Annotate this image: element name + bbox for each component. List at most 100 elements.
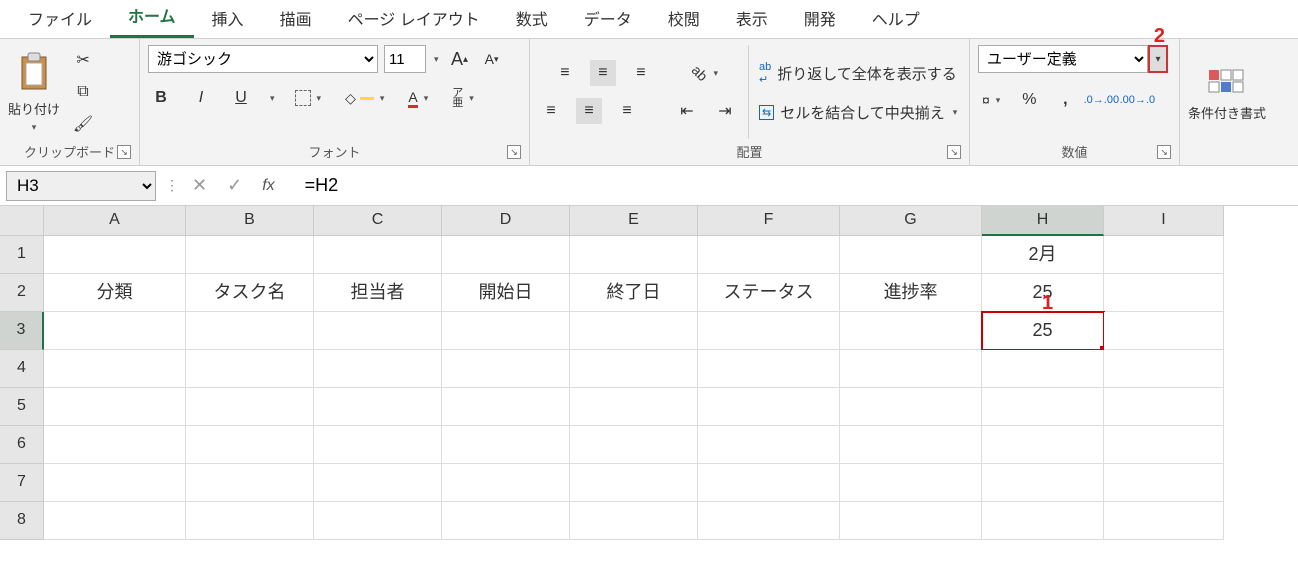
cell-D1[interactable] [442, 236, 570, 274]
decrease-indent-button[interactable]: ⇤ [674, 98, 700, 124]
cell-F3[interactable] [698, 312, 840, 350]
cell-B1[interactable] [186, 236, 314, 274]
cell-H5[interactable] [982, 388, 1104, 426]
row-header-8[interactable]: 8 [0, 502, 44, 540]
cell-G6[interactable] [840, 426, 982, 464]
select-all-corner[interactable] [0, 206, 44, 236]
increase-decimal-button[interactable]: .0→.00 [1088, 87, 1114, 113]
cell-D7[interactable] [442, 464, 570, 502]
tab-review[interactable]: 校閲 [650, 0, 718, 38]
cell-D4[interactable] [442, 350, 570, 388]
col-header-E[interactable]: E [570, 206, 698, 236]
phonetic-button[interactable]: ア亜▾ [448, 86, 480, 110]
cell-A6[interactable] [44, 426, 186, 464]
orientation-button[interactable]: ab▾ [688, 63, 724, 83]
bold-button[interactable]: B [148, 85, 174, 111]
chevron-down-icon[interactable]: ▾ [432, 54, 441, 65]
cell-C1[interactable] [314, 236, 442, 274]
cell-H2[interactable]: 25 [982, 274, 1104, 312]
cell-D2[interactable]: 開始日 [442, 274, 570, 312]
font-launcher[interactable]: ↘ [507, 145, 521, 159]
cell-E8[interactable] [570, 502, 698, 540]
cell-I5[interactable] [1104, 388, 1224, 426]
cell-C6[interactable] [314, 426, 442, 464]
tab-help[interactable]: ヘルプ [854, 0, 938, 38]
fill-color-button[interactable]: ◇▾ [341, 88, 390, 109]
cut-button[interactable]: ✂ [70, 47, 96, 73]
cell-C8[interactable] [314, 502, 442, 540]
cell-G2[interactable]: 進捗率 [840, 274, 982, 312]
col-header-A[interactable]: A [44, 206, 186, 236]
borders-button[interactable]: ▾ [291, 88, 328, 108]
cell-C2[interactable]: 担当者 [314, 274, 442, 312]
col-header-D[interactable]: D [442, 206, 570, 236]
namebox-expand[interactable]: ⋮ [162, 177, 182, 194]
alignment-launcher[interactable]: ↘ [947, 145, 961, 159]
cell-B6[interactable] [186, 426, 314, 464]
cell-E2[interactable]: 終了日 [570, 274, 698, 312]
cell-H3[interactable]: 25 [982, 312, 1104, 350]
font-color-button[interactable]: A▾ [404, 87, 434, 110]
font-name-select[interactable]: 游ゴシック [148, 45, 378, 73]
cell-A1[interactable] [44, 236, 186, 274]
cell-A7[interactable] [44, 464, 186, 502]
cell-D8[interactable] [442, 502, 570, 540]
tab-draw[interactable]: 描画 [262, 0, 330, 38]
align-middle-button[interactable]: ≡ [590, 60, 616, 86]
number-format-select[interactable]: ユーザー定義 [978, 45, 1148, 73]
cell-A5[interactable] [44, 388, 186, 426]
cell-C7[interactable] [314, 464, 442, 502]
conditional-formatting-button[interactable]: 条件付き書式 [1188, 64, 1266, 121]
cell-C3[interactable] [314, 312, 442, 350]
percent-button[interactable]: % [1016, 87, 1042, 113]
cell-B5[interactable] [186, 388, 314, 426]
formula-input[interactable] [295, 171, 1298, 201]
name-box[interactable]: H3 [6, 171, 156, 201]
cell-D5[interactable] [442, 388, 570, 426]
row-header-7[interactable]: 7 [0, 464, 44, 502]
wrap-text-button[interactable]: ab↵ 折り返して全体を表示する [759, 61, 957, 86]
cell-B3[interactable] [186, 312, 314, 350]
cell-E3[interactable] [570, 312, 698, 350]
row-header-3[interactable]: 3 [0, 312, 44, 350]
cell-I7[interactable] [1104, 464, 1224, 502]
row-header-5[interactable]: 5 [0, 388, 44, 426]
clipboard-launcher[interactable]: ↘ [117, 145, 131, 159]
font-size-input[interactable] [384, 45, 426, 73]
tab-home[interactable]: ホーム [110, 0, 194, 38]
cell-D3[interactable] [442, 312, 570, 350]
cell-A8[interactable] [44, 502, 186, 540]
cell-C5[interactable] [314, 388, 442, 426]
cell-E1[interactable] [570, 236, 698, 274]
decrease-decimal-button[interactable]: .00→.0 [1124, 87, 1150, 113]
cell-I2[interactable] [1104, 274, 1224, 312]
tab-page-layout[interactable]: ページ レイアウト [330, 0, 498, 38]
cell-F4[interactable] [698, 350, 840, 388]
align-left-button[interactable]: ≡ [538, 98, 564, 124]
number-launcher[interactable]: ↘ [1157, 145, 1171, 159]
cell-F5[interactable] [698, 388, 840, 426]
cell-B8[interactable] [186, 502, 314, 540]
cell-H1[interactable]: 2月 [982, 236, 1104, 274]
row-header-4[interactable]: 4 [0, 350, 44, 388]
cell-H7[interactable] [982, 464, 1104, 502]
cell-E7[interactable] [570, 464, 698, 502]
number-format-dropdown-button[interactable]: ▾ [1148, 45, 1168, 73]
col-header-I[interactable]: I [1104, 206, 1224, 236]
row-header-1[interactable]: 1 [0, 236, 44, 274]
tab-formulas[interactable]: 数式 [498, 0, 566, 38]
cell-D6[interactable] [442, 426, 570, 464]
cell-I8[interactable] [1104, 502, 1224, 540]
cell-A3[interactable] [44, 312, 186, 350]
cell-B2[interactable]: タスク名 [186, 274, 314, 312]
cell-F6[interactable] [698, 426, 840, 464]
cell-E4[interactable] [570, 350, 698, 388]
align-bottom-button[interactable]: ≡ [628, 60, 654, 86]
paste-button[interactable]: 貼り付け ▾ [8, 51, 60, 133]
cell-G8[interactable] [840, 502, 982, 540]
align-right-button[interactable]: ≡ [614, 98, 640, 124]
chevron-down-icon[interactable]: ▾ [268, 93, 277, 104]
cell-F7[interactable] [698, 464, 840, 502]
cell-H8[interactable] [982, 502, 1104, 540]
cell-B4[interactable] [186, 350, 314, 388]
